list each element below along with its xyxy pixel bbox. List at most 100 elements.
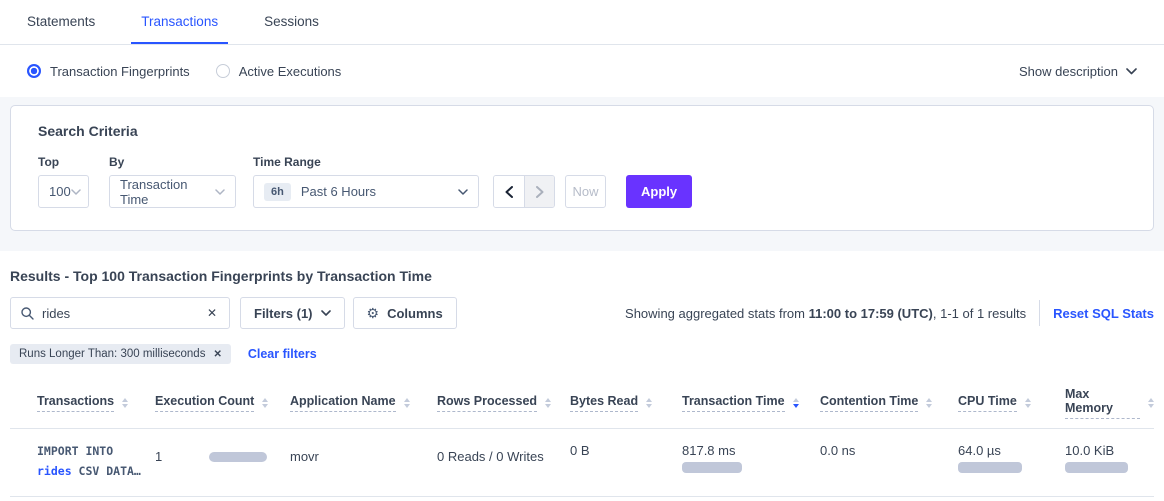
column-header-label: Rows Processed bbox=[437, 394, 537, 412]
column-header-bytes-read[interactable]: Bytes Read bbox=[570, 394, 682, 412]
time-range-nav bbox=[493, 175, 555, 208]
table-header-row: Transactions Execution Count Application… bbox=[10, 377, 1154, 429]
clear-filters-link[interactable]: Clear filters bbox=[248, 347, 317, 361]
filter-chip-label: Runs Longer Than: 300 milliseconds bbox=[19, 348, 205, 360]
columns-button-label: Columns bbox=[387, 306, 443, 321]
by-select-value: Transaction Time bbox=[120, 177, 215, 207]
transaction-time-bar bbox=[682, 462, 742, 473]
cell-bytes-read: 0 B bbox=[570, 441, 682, 496]
sort-icon[interactable] bbox=[545, 398, 551, 408]
results-search-box[interactable]: ✕ bbox=[10, 297, 230, 329]
time-range-value: Past 6 Hours bbox=[301, 184, 458, 199]
tab-transactions[interactable]: Transactions bbox=[131, 0, 228, 44]
cell-cpu-time: 64.0 µs bbox=[958, 441, 1065, 496]
column-header-label: Execution Count bbox=[155, 394, 254, 412]
reset-sql-stats-link[interactable]: Reset SQL Stats bbox=[1053, 306, 1154, 321]
filters-button[interactable]: Filters (1) bbox=[240, 297, 345, 329]
column-header-label: Contention Time bbox=[820, 394, 918, 412]
page-tabs: Statements Transactions Sessions bbox=[0, 0, 1164, 45]
remove-filter-icon[interactable]: ✕ bbox=[213, 349, 221, 360]
column-header-transactions[interactable]: Transactions bbox=[37, 394, 155, 412]
cell-execution-count: 1 bbox=[155, 441, 290, 496]
stats-suffix: , 1-1 of 1 results bbox=[933, 306, 1026, 321]
search-criteria-band: Search Criteria Top 100 By Transaction T… bbox=[0, 97, 1164, 251]
chevron-down-icon bbox=[1126, 68, 1137, 75]
execution-count-value: 1 bbox=[155, 449, 162, 464]
column-header-label: Transactions bbox=[37, 394, 114, 412]
radio-active-executions[interactable]: Active Executions bbox=[216, 64, 342, 79]
radio-unselected-icon[interactable] bbox=[216, 64, 230, 78]
time-range-badge: 6h bbox=[264, 183, 291, 201]
chevron-left-icon bbox=[505, 186, 513, 198]
radio-label: Transaction Fingerprints bbox=[50, 64, 190, 79]
cell-rows-processed: 0 Reads / 0 Writes bbox=[437, 441, 570, 496]
show-description-toggle[interactable]: Show description bbox=[1019, 64, 1137, 79]
sort-icon[interactable] bbox=[926, 398, 932, 408]
by-select[interactable]: Transaction Time bbox=[109, 175, 236, 208]
column-header-contention-time[interactable]: Contention Time bbox=[820, 394, 958, 412]
clear-search-icon[interactable]: ✕ bbox=[205, 306, 219, 320]
column-header-rows-processed[interactable]: Rows Processed bbox=[437, 394, 570, 412]
chevron-down-icon bbox=[321, 310, 331, 316]
search-criteria-panel: Search Criteria Top 100 By Transaction T… bbox=[10, 105, 1154, 231]
gear-icon: ⚙ bbox=[367, 306, 380, 320]
cell-transaction-time: 817.8 ms bbox=[682, 441, 820, 496]
tab-sessions[interactable]: Sessions bbox=[254, 0, 329, 44]
top-label: Top bbox=[38, 155, 89, 169]
columns-button[interactable]: ⚙ Columns bbox=[353, 297, 457, 329]
max-memory-bar bbox=[1065, 462, 1128, 473]
transaction-time-value: 817.8 ms bbox=[682, 443, 820, 458]
previous-time-range-button[interactable] bbox=[494, 176, 524, 207]
next-time-range-button[interactable] bbox=[524, 176, 554, 207]
column-header-application-name[interactable]: Application Name bbox=[290, 394, 437, 412]
sort-icon[interactable] bbox=[262, 398, 268, 408]
sort-icon[interactable] bbox=[1025, 398, 1031, 408]
chevron-down-icon bbox=[458, 189, 468, 195]
column-header-label: Bytes Read bbox=[570, 394, 638, 412]
now-button[interactable]: Now bbox=[565, 175, 606, 208]
radio-selected-icon[interactable] bbox=[27, 64, 41, 78]
chevron-right-icon bbox=[536, 186, 544, 198]
search-input[interactable] bbox=[42, 306, 205, 321]
execution-count-bar bbox=[209, 452, 267, 462]
search-match-highlight: rides bbox=[37, 464, 72, 478]
radio-transaction-fingerprints[interactable]: Transaction Fingerprints bbox=[27, 64, 190, 79]
stats-prefix: Showing aggregated stats from bbox=[625, 306, 809, 321]
sort-icon[interactable] bbox=[1148, 398, 1154, 408]
filters-button-label: Filters (1) bbox=[254, 306, 313, 321]
active-filters-row: Runs Longer Than: 300 milliseconds ✕ Cle… bbox=[10, 344, 1154, 364]
table-row[interactable]: IMPORT INTO rides CSV DATA… 1 movr 0 Rea… bbox=[10, 429, 1154, 497]
column-header-label: Max Memory bbox=[1065, 387, 1140, 419]
chevron-down-icon bbox=[215, 189, 225, 195]
cell-contention-time: 0.0 ns bbox=[820, 441, 958, 496]
search-icon bbox=[21, 307, 34, 320]
chevron-down-icon bbox=[71, 189, 81, 195]
column-header-cpu-time[interactable]: CPU Time bbox=[958, 394, 1065, 412]
cell-transaction-fingerprint[interactable]: IMPORT INTO rides CSV DATA… bbox=[37, 441, 155, 496]
sort-icon[interactable] bbox=[646, 398, 652, 408]
toolbar-divider bbox=[1039, 300, 1040, 326]
results-toolbar: ✕ Filters (1) ⚙ Columns Showing aggregat… bbox=[10, 297, 1154, 329]
results-section: Results - Top 100 Transaction Fingerprin… bbox=[0, 251, 1164, 497]
top-select-value: 100 bbox=[49, 184, 71, 199]
column-header-max-memory[interactable]: Max Memory bbox=[1065, 387, 1154, 419]
cell-max-memory: 10.0 KiB bbox=[1065, 441, 1154, 496]
column-header-execution-count[interactable]: Execution Count bbox=[155, 394, 290, 412]
sort-icon[interactable] bbox=[122, 398, 128, 408]
column-header-transaction-time[interactable]: Transaction Time bbox=[682, 394, 820, 412]
apply-button[interactable]: Apply bbox=[626, 175, 692, 208]
stats-time-range: 11:00 to 17:59 (UTC) bbox=[809, 306, 933, 321]
filter-chip: Runs Longer Than: 300 milliseconds ✕ bbox=[10, 344, 231, 364]
sort-icon[interactable] bbox=[404, 398, 410, 408]
time-range-select[interactable]: 6h Past 6 Hours bbox=[253, 175, 479, 208]
cell-application-name: movr bbox=[290, 441, 437, 496]
show-description-label: Show description bbox=[1019, 64, 1118, 79]
max-memory-value: 10.0 KiB bbox=[1065, 443, 1154, 458]
transaction-statement-line1: IMPORT INTO bbox=[37, 441, 155, 461]
tab-statements[interactable]: Statements bbox=[17, 0, 105, 44]
transaction-statement-line2: rides CSV DATA… bbox=[37, 461, 155, 481]
cpu-time-value: 64.0 µs bbox=[958, 443, 1065, 458]
top-select[interactable]: 100 bbox=[38, 175, 89, 208]
transaction-statement-rest: CSV DATA… bbox=[72, 464, 141, 478]
sort-icon-active-desc[interactable] bbox=[793, 398, 799, 408]
